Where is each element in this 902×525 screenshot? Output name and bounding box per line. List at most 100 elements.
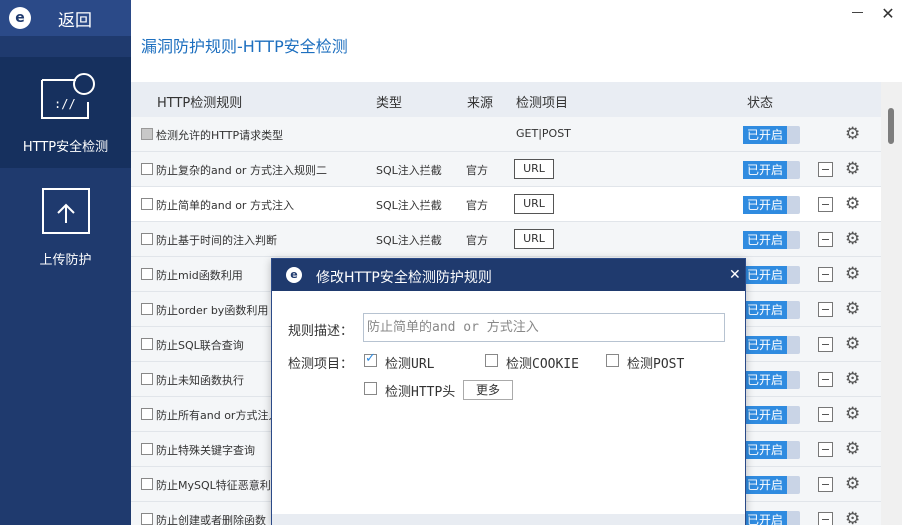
remove-icon[interactable]	[818, 512, 833, 525]
status-label: 已开启	[743, 196, 787, 214]
rule-description-input[interactable]: 防止简单的and or 方式注入	[363, 313, 725, 342]
gear-icon[interactable]: ⚙	[845, 370, 863, 388]
table-row: 防止简单的and or 方式注入 SQL注入拦截 官方 URL 已开启 ⚙	[131, 187, 881, 222]
upload-icon	[41, 188, 90, 234]
http-shield-icon: ://	[40, 73, 95, 119]
status-label: 已开启	[743, 371, 787, 389]
scrollbar-thumb[interactable]	[888, 108, 894, 144]
status-label: 已开启	[743, 301, 787, 319]
status-toggle[interactable]: 已开启	[743, 266, 800, 284]
rule-name: 防止MySQL特征恶意利	[156, 479, 271, 492]
sidebar: e 返回 :// HTTP安全检测 上传防护	[0, 0, 131, 525]
gear-icon[interactable]: ⚙	[845, 510, 863, 525]
column-header-status: 状态	[747, 96, 774, 111]
gear-icon[interactable]: ⚙	[845, 265, 863, 283]
gear-icon[interactable]: ⚙	[845, 335, 863, 353]
table-row: 防止基于时间的注入判断 SQL注入拦截 官方 URL 已开启 ⚙	[131, 222, 881, 257]
gear-icon[interactable]: ⚙	[845, 440, 863, 458]
row-checkbox[interactable]	[141, 513, 153, 525]
remove-icon[interactable]	[818, 477, 833, 492]
status-toggle[interactable]: 已开启	[743, 231, 800, 249]
rule-name: 防止复杂的and or 方式注入规则二	[156, 164, 327, 177]
nav-item-upload-protection[interactable]: 上传防护	[0, 170, 131, 281]
remove-icon[interactable]	[818, 162, 833, 177]
row-checkbox[interactable]	[141, 268, 153, 280]
status-toggle[interactable]: 已开启	[743, 336, 800, 354]
column-header-item: 检测项目	[516, 96, 569, 111]
nav-label-http-security: HTTP安全检测	[22, 140, 109, 155]
row-checkbox[interactable]	[141, 163, 153, 175]
status-label: 已开启	[743, 406, 787, 424]
app-logo-icon: e	[286, 267, 302, 283]
remove-icon[interactable]	[818, 337, 833, 352]
row-checkbox[interactable]	[141, 198, 153, 210]
url-item-button[interactable]: URL	[514, 229, 554, 249]
rule-type: SQL注入拦截	[376, 199, 442, 212]
remove-icon[interactable]	[818, 267, 833, 282]
table-row: 防止复杂的and or 方式注入规则二 SQL注入拦截 官方 URL 已开启 ⚙	[131, 152, 881, 187]
row-checkbox[interactable]	[141, 128, 153, 140]
close-icon[interactable]: ✕	[729, 267, 741, 283]
status-toggle[interactable]: 已开启	[743, 301, 800, 319]
column-header-rule: HTTP检测规则	[157, 96, 243, 111]
dialog-header: e 修改HTTP安全检测防护规则 ✕	[272, 259, 745, 291]
dialog-title: 修改HTTP安全检测防护规则	[316, 270, 492, 286]
status-toggle[interactable]: 已开启	[743, 161, 800, 179]
dialog-footer	[272, 514, 745, 525]
more-button[interactable]: 更多	[463, 380, 513, 400]
rule-name: 防止基于时间的注入判断	[156, 234, 277, 247]
scrollbar[interactable]	[881, 82, 902, 525]
detect-post-checkbox[interactable]	[606, 354, 619, 367]
status-label: 已开启	[743, 161, 787, 179]
status-toggle[interactable]: 已开启	[743, 476, 800, 494]
status-toggle[interactable]: 已开启	[743, 511, 800, 525]
nav-item-http-security[interactable]: :// HTTP安全检测	[0, 57, 131, 168]
row-checkbox[interactable]	[141, 443, 153, 455]
status-toggle[interactable]: 已开启	[743, 441, 800, 459]
edit-rule-dialog: e 修改HTTP安全检测防护规则 ✕ 规则描述： 防止简单的and or 方式注…	[271, 258, 746, 525]
row-checkbox[interactable]	[141, 303, 153, 315]
back-button[interactable]: e 返回	[0, 0, 131, 36]
row-checkbox[interactable]	[141, 233, 153, 245]
status-toggle[interactable]: 已开启	[743, 126, 800, 144]
minimize-button[interactable]	[852, 12, 863, 13]
status-toggle[interactable]: 已开启	[743, 406, 800, 424]
rule-name: 防止简单的and or 方式注入	[156, 199, 294, 212]
status-label: 已开启	[743, 441, 787, 459]
status-label: 已开启	[743, 126, 787, 144]
detect-url-checkbox[interactable]	[364, 351, 377, 367]
svg-text:://: ://	[54, 97, 76, 111]
row-checkbox[interactable]	[141, 373, 153, 385]
remove-icon[interactable]	[818, 442, 833, 457]
detect-url-label: 检测URL	[385, 357, 435, 372]
gear-icon[interactable]: ⚙	[845, 195, 863, 213]
status-toggle[interactable]: 已开启	[743, 371, 800, 389]
detect-cookie-checkbox[interactable]	[485, 354, 498, 367]
gear-icon[interactable]: ⚙	[845, 230, 863, 248]
status-label: 已开启	[743, 336, 787, 354]
gear-icon[interactable]: ⚙	[845, 160, 863, 178]
rule-name: 防止未知函数执行	[156, 374, 244, 387]
url-item-button[interactable]: URL	[514, 194, 554, 214]
detect-http-header-checkbox[interactable]	[364, 382, 377, 395]
row-checkbox[interactable]	[141, 408, 153, 420]
rule-source: 官方	[466, 199, 488, 212]
gear-icon[interactable]: ⚙	[845, 300, 863, 318]
gear-icon[interactable]: ⚙	[845, 475, 863, 493]
url-item-button[interactable]: URL	[514, 159, 554, 179]
status-toggle[interactable]: 已开启	[743, 196, 800, 214]
close-window-button[interactable]: ✕	[880, 6, 896, 22]
row-checkbox[interactable]	[141, 338, 153, 350]
remove-icon[interactable]	[818, 232, 833, 247]
remove-icon[interactable]	[818, 197, 833, 212]
gear-icon[interactable]: ⚙	[845, 405, 863, 423]
row-checkbox[interactable]	[141, 478, 153, 490]
table-header: HTTP检测规则 类型 来源 检测项目 状态	[131, 82, 881, 117]
remove-icon[interactable]	[818, 372, 833, 387]
remove-icon[interactable]	[818, 302, 833, 317]
remove-icon[interactable]	[818, 407, 833, 422]
rule-description-label: 规则描述：	[288, 324, 354, 339]
nav-label-upload-protection: 上传防护	[39, 253, 92, 268]
gear-icon[interactable]: ⚙	[845, 125, 863, 143]
detect-items-label: 检测项目：	[288, 357, 354, 372]
